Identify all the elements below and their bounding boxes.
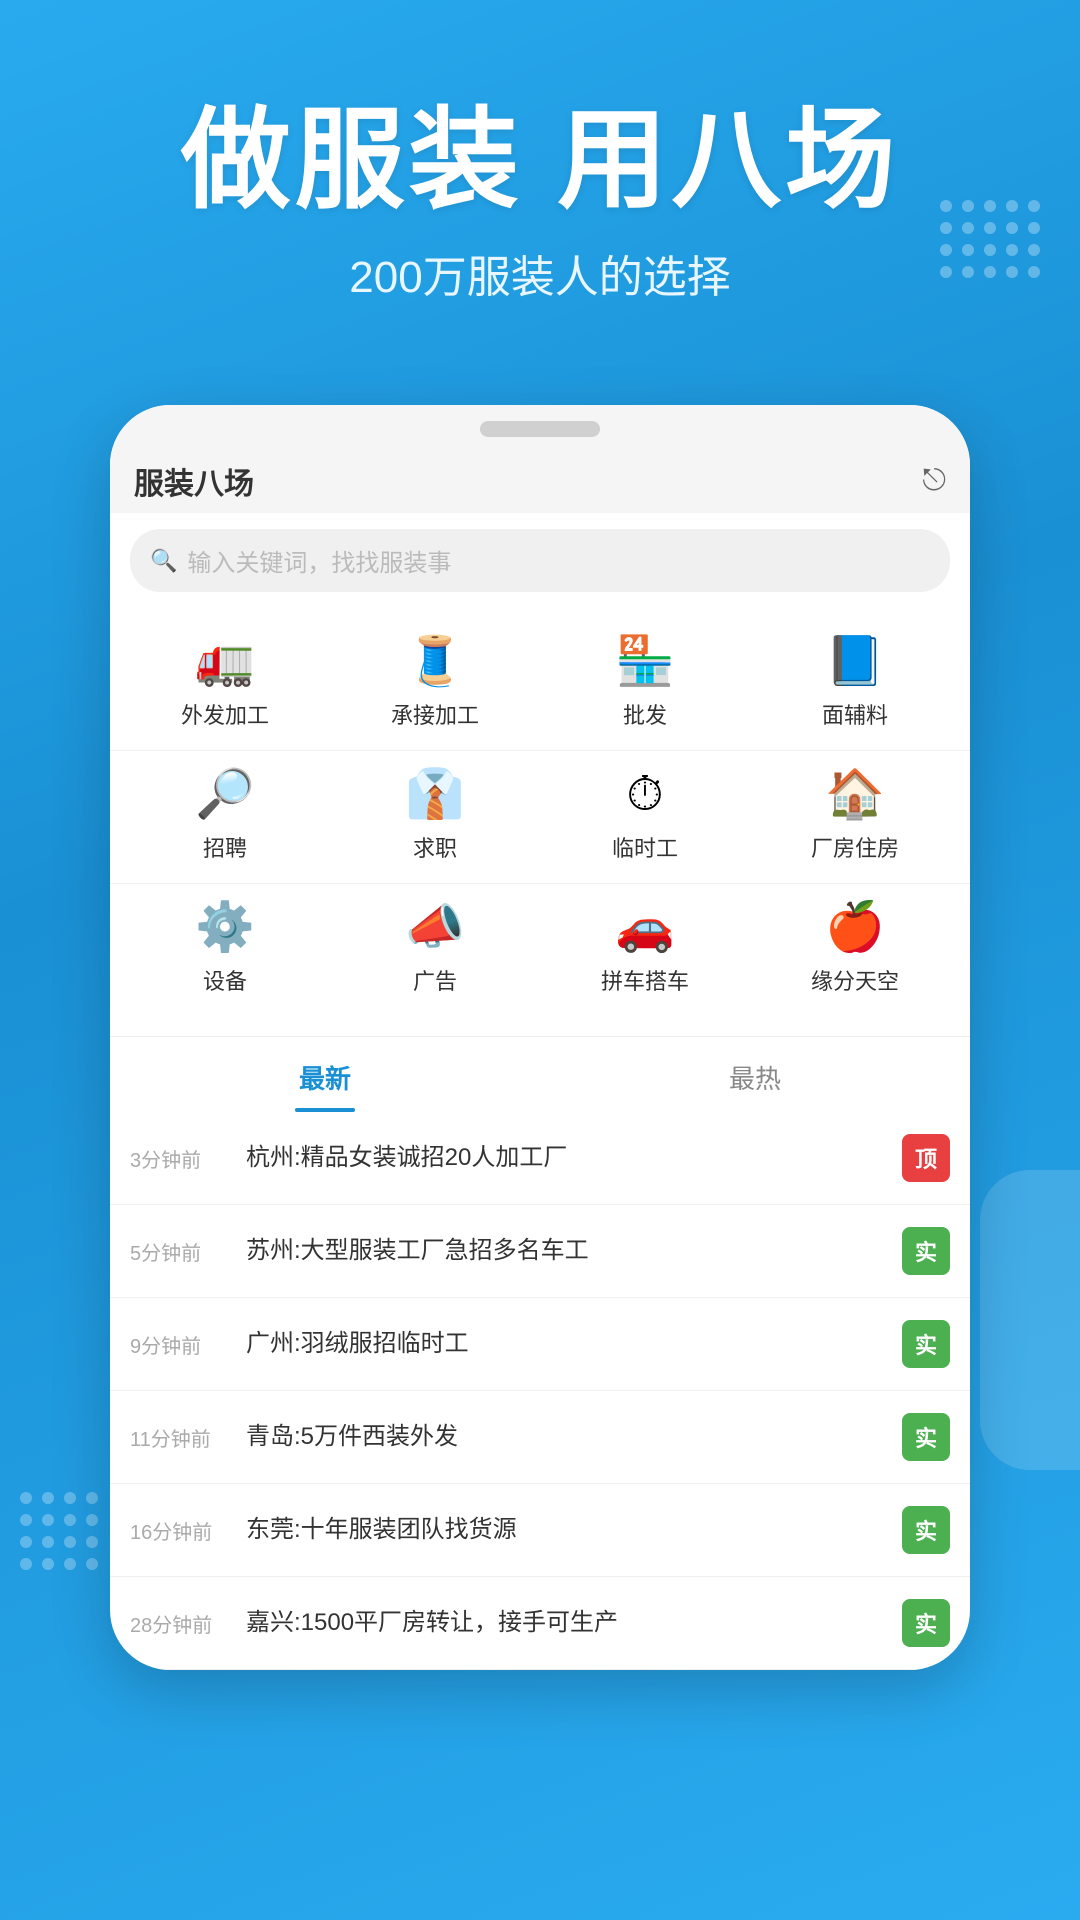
feed-text-1: 苏州:大型服装工厂急招多名车工 [246,1234,886,1268]
feed-badge-3: 实 [902,1413,950,1461]
chengjie-icon: 🧵 [405,638,465,686]
yuanfen-icon: 🍎 [825,904,885,952]
search-bar[interactable]: 🔍 输入关键词，找找服装事 [130,529,950,592]
feed-item-5[interactable]: 28分钟前 嘉兴:1500平厂房转让，接手可生产 实 [110,1577,970,1670]
hero-title: 做服装 用八场 [60,100,1020,221]
feed-badge-1: 实 [902,1227,950,1275]
category-item-chengjie[interactable]: 🧵 承接加工 [330,638,540,730]
feed-text-4: 东莞:十年服装团队找货源 [246,1513,886,1547]
guanggao-label: 广告 [413,964,457,996]
search-placeholder-text: 输入关键词，找找服装事 [187,543,451,578]
pifa-icon: 🏪 [615,638,675,686]
feed-badge-0: 顶 [902,1134,950,1182]
pinche-label: 拼车搭车 [601,964,689,996]
category-item-waifa[interactable]: 🚛 外发加工 [120,638,330,730]
feed-text-2: 广州:羽绒服招临时工 [246,1327,886,1361]
search-icon: 🔍 [150,548,177,574]
feed-time-5: 28分钟前 [130,1609,230,1638]
feed-badge-5: 实 [902,1599,950,1647]
feed-time-1: 5分钟前 [130,1237,230,1266]
qiuzhi-icon: 👔 [405,771,465,819]
tabs: 最新 最热 [110,1036,970,1112]
feed-item-1[interactable]: 5分钟前 苏州:大型服装工厂急招多名车工 实 [110,1205,970,1298]
hero-subtitle: 200万服装人的选择 [60,241,1020,305]
category-item-qiuzhi[interactable]: 👔 求职 [330,771,540,863]
phone-nav-bar: 服装八场 ⎋ [110,449,970,513]
feed-text-0: 杭州:精品女装诚招20人加工厂 [246,1141,886,1175]
qiuzhi-label: 求职 [413,831,457,863]
phone-wrapper: 服装八场 ⎋ 🔍 输入关键词，找找服装事 🚛 外发加工 🧵 承接加工 [0,405,1080,1670]
phone-notch [480,421,600,437]
feed-time-0: 3分钟前 [130,1144,230,1173]
feed-item-2[interactable]: 9分钟前 广州:羽绒服招临时工 实 [110,1298,970,1391]
deco-curve [980,1170,1080,1470]
mianfu-icon: 📘 [825,638,885,686]
feed-badge-4: 实 [902,1506,950,1554]
fangwu-icon: 🏠 [825,771,885,819]
category-row-1: 🚛 外发加工 🧵 承接加工 🏪 批发 📘 面辅料 [110,618,970,750]
shebei-label: 设备 [203,964,247,996]
fangwu-label: 厂房住房 [811,831,899,863]
decorative-dots-left [20,1492,98,1570]
phone-mockup: 服装八场 ⎋ 🔍 输入关键词，找找服装事 🚛 外发加工 🧵 承接加工 [110,405,970,1670]
pinche-icon: 🚗 [615,904,675,952]
feed-item-0[interactable]: 3分钟前 杭州:精品女装诚招20人加工厂 顶 [110,1112,970,1205]
feed-text-3: 青岛:5万件西装外发 [246,1420,886,1454]
feed-time-3: 11分钟前 [130,1423,230,1452]
feed-badge-2: 实 [902,1320,950,1368]
feed-time-4: 16分钟前 [130,1516,230,1545]
category-item-guanggao[interactable]: 📣 广告 [330,904,540,996]
tab-latest[interactable]: 最新 [110,1037,540,1112]
linshi-icon: ⏱ [626,771,663,819]
category-item-yuanfen[interactable]: 🍎 缘分天空 [750,904,960,996]
zhaopin-icon: 🔎 [195,771,255,819]
feed-time-2: 9分钟前 [130,1330,230,1359]
category-row-3: ⚙️ 设备 📣 广告 🚗 拼车搭车 🍎 缘分天空 [110,883,970,1016]
hero-section: 做服装 用八场 200万服装人的选择 [0,0,1080,365]
decorative-dots-right [940,200,1040,278]
feed-item-4[interactable]: 16分钟前 东莞:十年服装团队找货源 实 [110,1484,970,1577]
app-title: 服装八场 [134,459,254,503]
feed-text-5: 嘉兴:1500平厂房转让，接手可生产 [246,1606,886,1640]
category-item-mianfu[interactable]: 📘 面辅料 [750,638,960,730]
shebei-icon: ⚙️ [195,904,255,952]
guanggao-icon: 📣 [405,904,465,952]
category-item-shebei[interactable]: ⚙️ 设备 [120,904,330,996]
feed-item-3[interactable]: 11分钟前 青岛:5万件西装外发 实 [110,1391,970,1484]
mianfu-label: 面辅料 [822,698,888,730]
category-item-fangwu[interactable]: 🏠 厂房住房 [750,771,960,863]
tab-hot[interactable]: 最热 [540,1037,970,1112]
yuanfen-label: 缘分天空 [811,964,899,996]
phone-top-bar: 服装八场 ⎋ [110,405,970,513]
waifa-icon: 🚛 [195,638,255,686]
category-item-linshi[interactable]: ⏱ 临时工 [540,771,750,863]
category-item-zhaopin[interactable]: 🔎 招聘 [120,771,330,863]
pifa-label: 批发 [623,698,667,730]
linshi-label: 临时工 [612,831,678,863]
waifa-label: 外发加工 [181,698,269,730]
category-row-2: 🔎 招聘 👔 求职 ⏱ 临时工 🏠 厂房住房 [110,750,970,883]
category-item-pifa[interactable]: 🏪 批发 [540,638,750,730]
chengjie-label: 承接加工 [391,698,479,730]
category-item-pinche[interactable]: 🚗 拼车搭车 [540,904,750,996]
feed-list: 3分钟前 杭州:精品女装诚招20人加工厂 顶 5分钟前 苏州:大型服装工厂急招多… [110,1112,970,1670]
category-section: 🚛 外发加工 🧵 承接加工 🏪 批发 📘 面辅料 [110,608,970,1026]
share-icon[interactable]: ⎋ [922,464,946,498]
zhaopin-label: 招聘 [203,831,247,863]
